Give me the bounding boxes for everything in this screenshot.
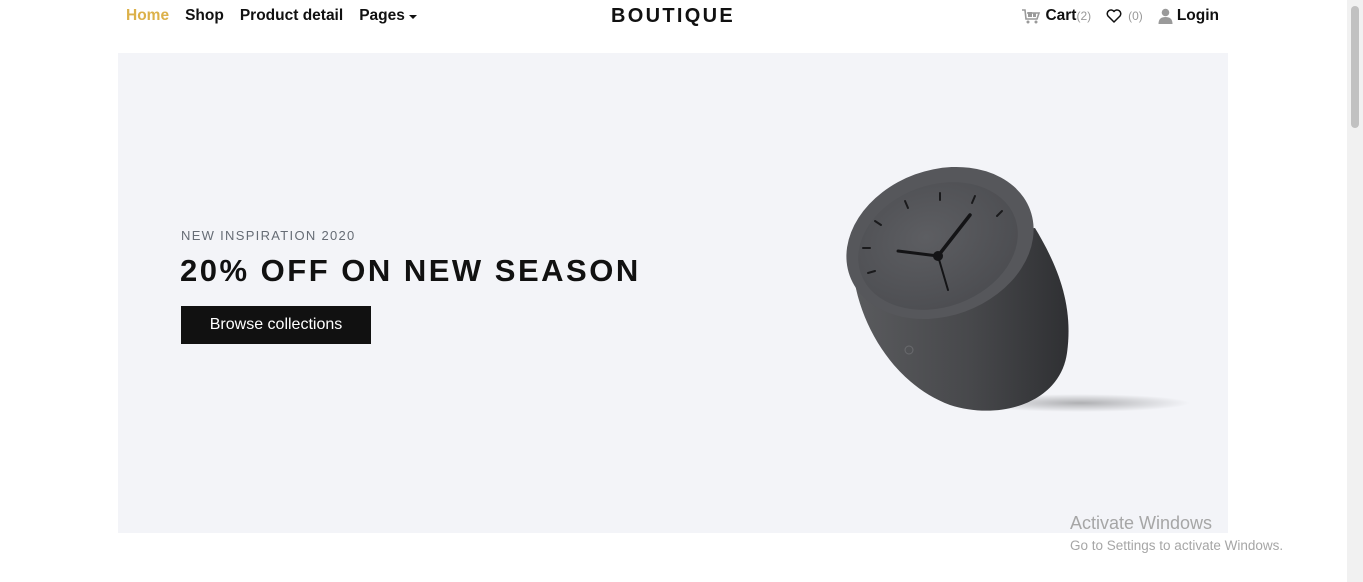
nav-link-home[interactable]: Home <box>126 7 169 25</box>
wishlist-link[interactable]: (0) <box>1106 9 1143 23</box>
desk-clock-image <box>846 166 1190 412</box>
activate-windows-title: Activate Windows <box>1070 513 1213 533</box>
cart-count: (2) <box>1076 9 1092 23</box>
activate-windows-subtitle: Go to Settings to activate Windows. <box>1070 538 1284 553</box>
navbar: Home Shop Product detail Pages BOUTIQUE … <box>118 0 1228 34</box>
page-scrollbar[interactable] <box>1347 0 1363 582</box>
heart-icon <box>1106 9 1122 23</box>
nav-link-product-detail[interactable]: Product detail <box>240 7 343 25</box>
browse-collections-button[interactable]: Browse collections <box>181 306 371 344</box>
nav-link-pages-label: Pages <box>359 7 405 24</box>
caret-down-icon <box>408 14 417 19</box>
scrollbar-thumb[interactable] <box>1351 6 1359 128</box>
nav-right: Cart (2) (0) Login <box>1006 7 1219 25</box>
hero-headline: 20% OFF ON NEW SEASON <box>180 253 641 288</box>
user-icon <box>1158 8 1173 24</box>
login-link[interactable]: Login <box>1158 7 1219 25</box>
login-label: Login <box>1176 7 1219 24</box>
cart-label: Cart <box>1045 7 1077 24</box>
cart-icon <box>1021 8 1041 24</box>
nav-left: Home Shop Product detail Pages <box>126 7 433 25</box>
cart-link[interactable]: Cart (2) <box>1021 7 1091 25</box>
brand-logo[interactable]: BOUTIQUE <box>611 5 735 28</box>
nav-link-shop[interactable]: Shop <box>185 7 224 25</box>
hero-banner: NEW INSPIRATION 2020 20% OFF ON NEW SEAS… <box>118 53 1228 533</box>
wishlist-count: (0) <box>1128 9 1143 23</box>
hero-eyebrow: NEW INSPIRATION 2020 <box>181 228 356 243</box>
nav-link-pages-dropdown[interactable]: Pages <box>359 7 417 25</box>
